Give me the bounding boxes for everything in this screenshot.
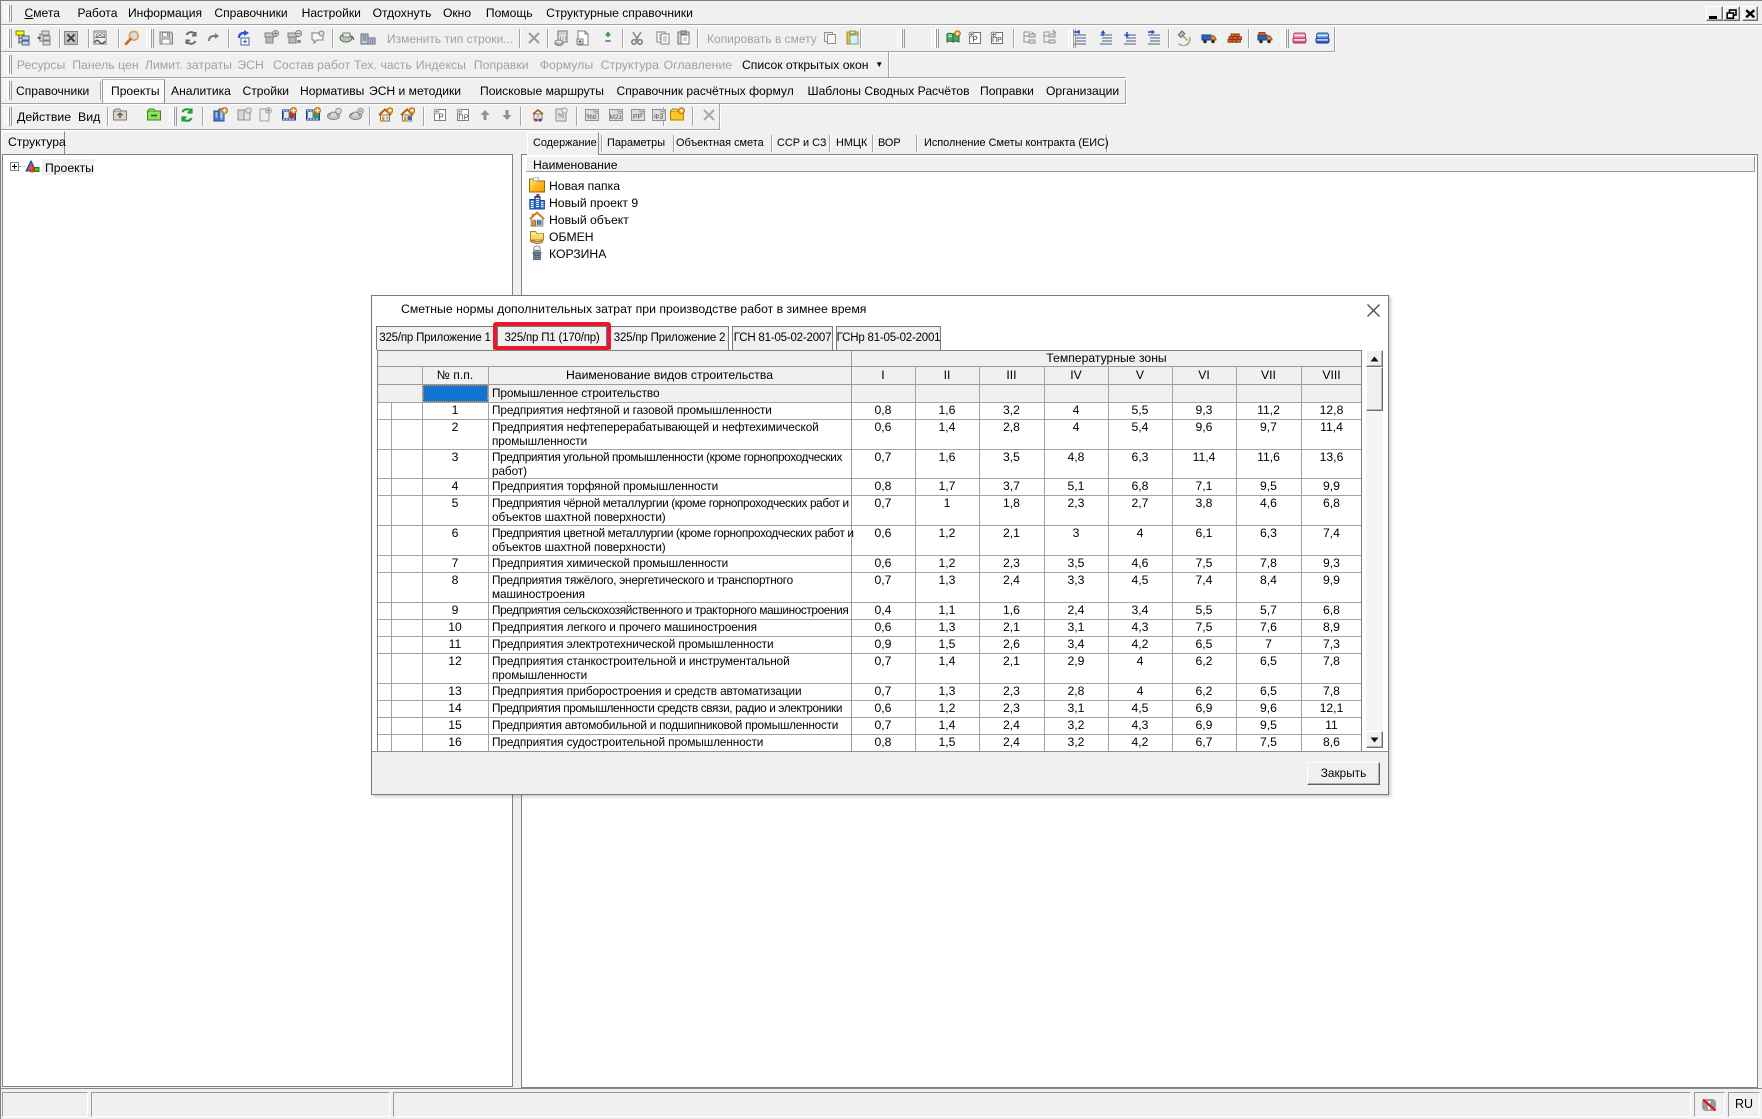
svg-text:ПР: ПР xyxy=(992,37,1002,44)
svg-text:Ф3: Ф3 xyxy=(654,114,663,121)
svg-text:%о: %о xyxy=(586,114,596,121)
svg-text:PDF: PDF xyxy=(95,33,107,39)
svg-text:РР: РР xyxy=(633,114,643,121)
svg-text:P: P xyxy=(438,113,443,122)
svg-text:М2з: М2з xyxy=(609,114,621,121)
svg-text:%: % xyxy=(558,113,564,120)
